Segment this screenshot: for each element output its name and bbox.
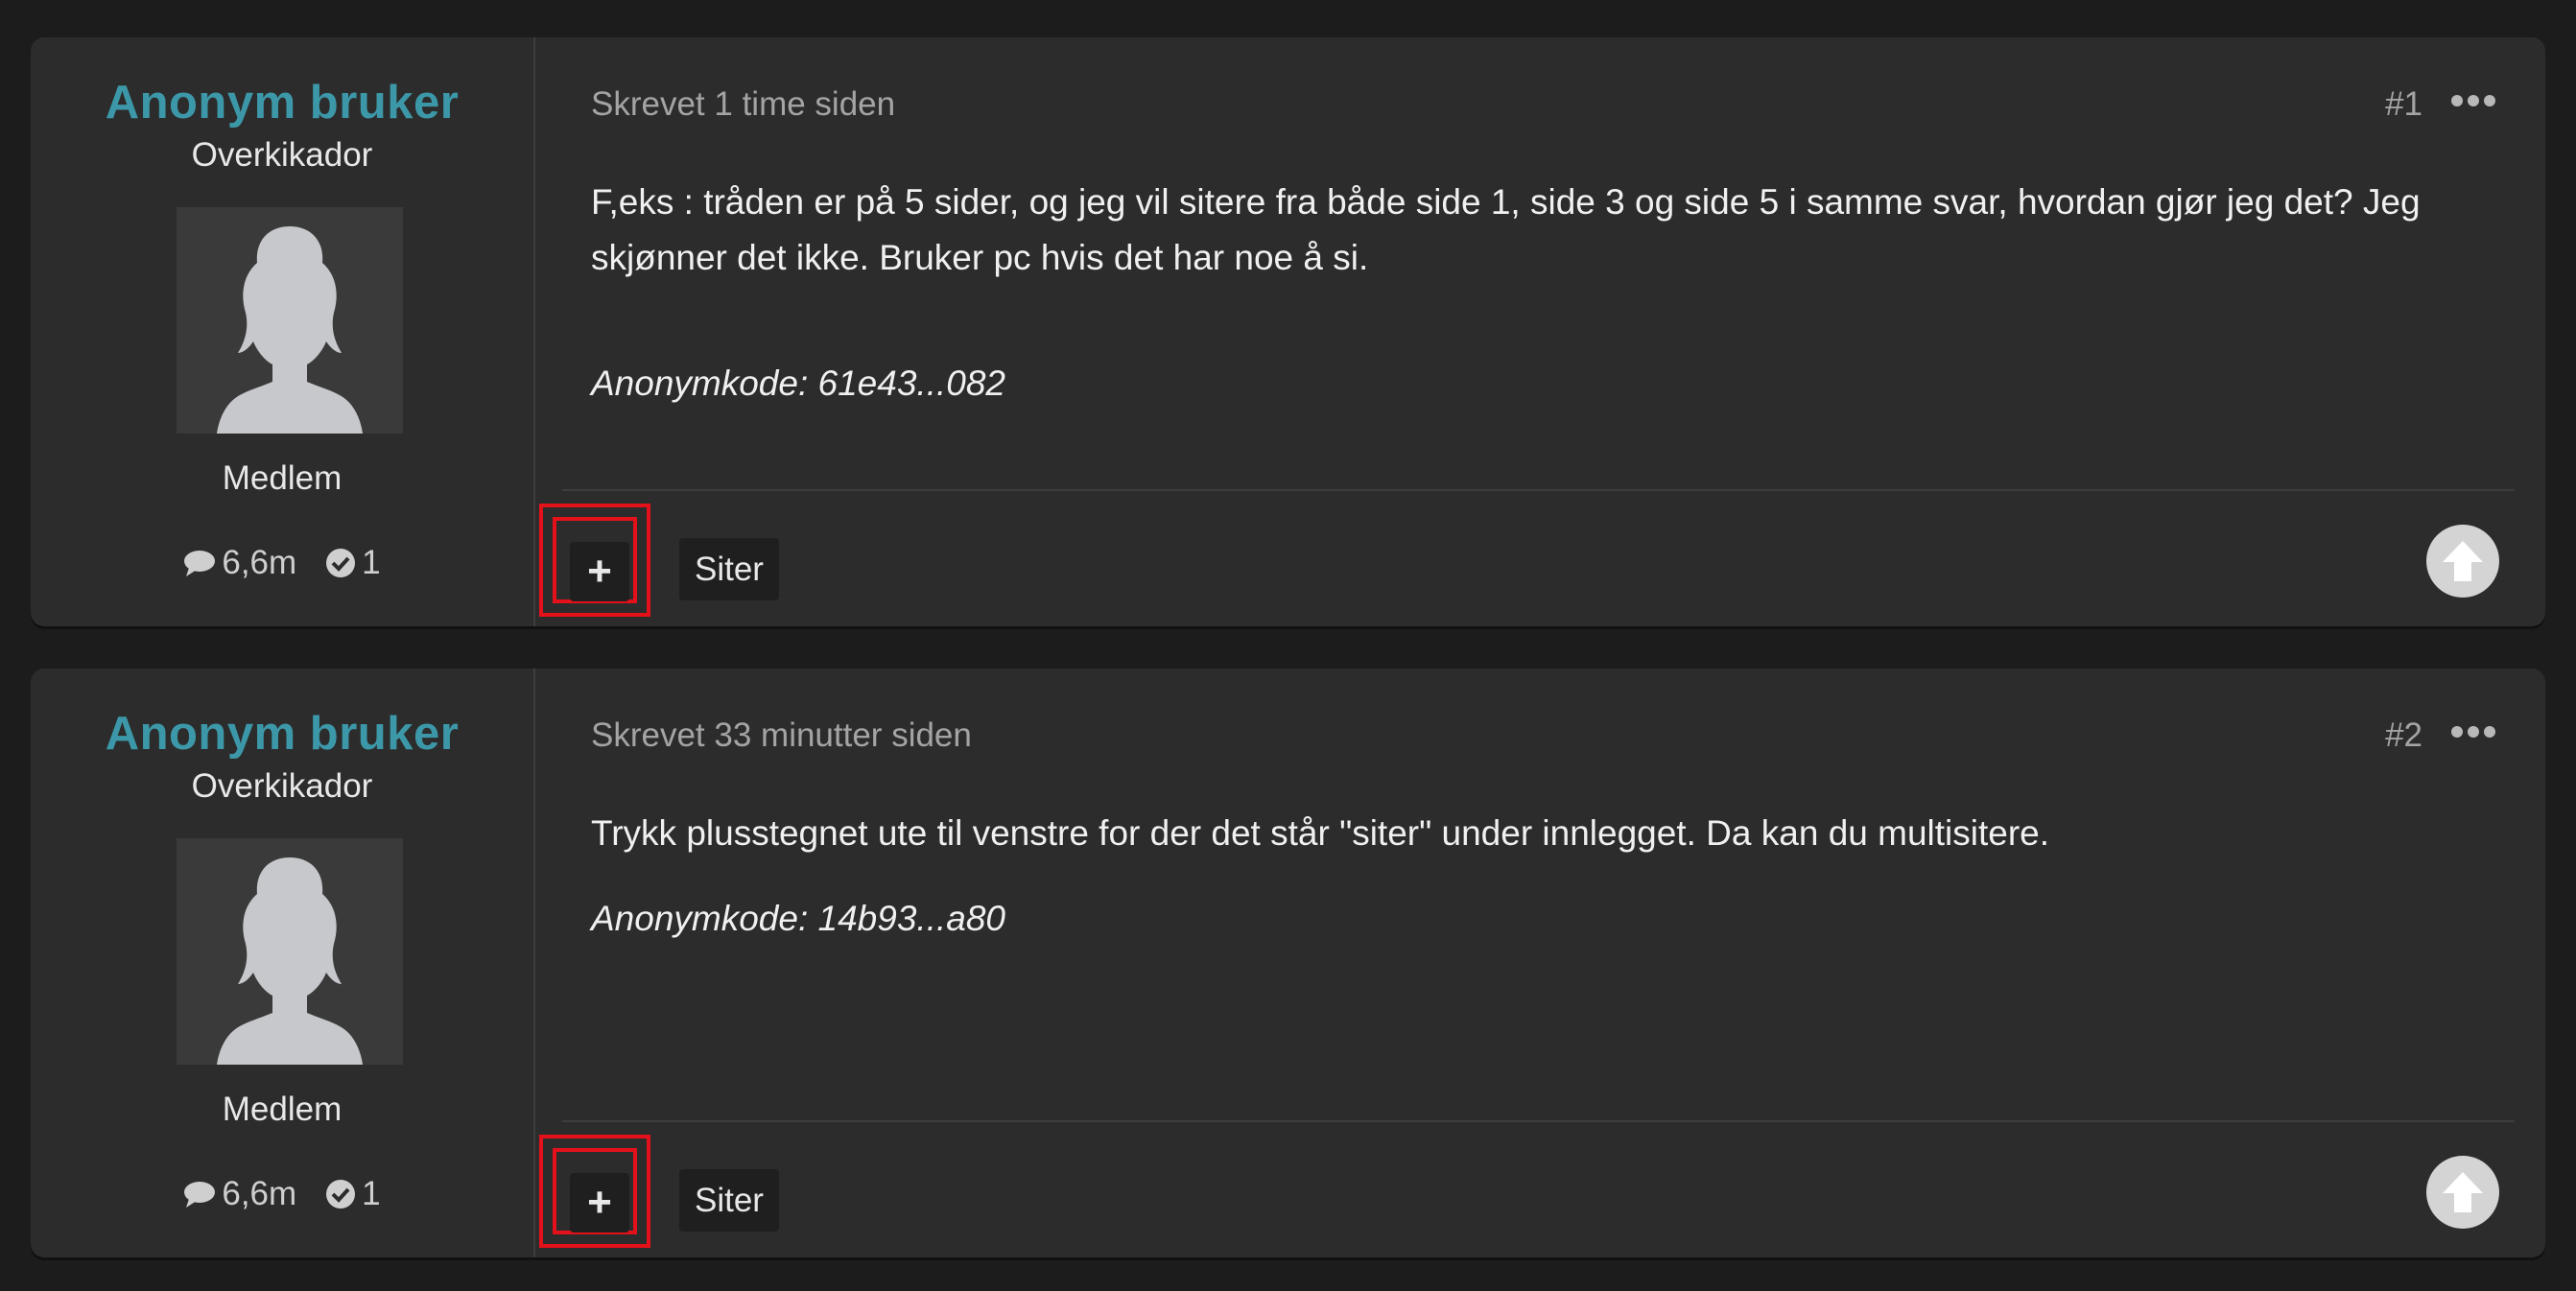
post-body-line: skjønner det ikke. Bruker pc hvis det ha…: [591, 238, 1369, 277]
forum-post: Anonym bruker Overkikador Medlem 6,6m 1 …: [31, 669, 2545, 1257]
post-body-line: F,eks : tråden er på 5 sider, og jeg vil…: [591, 182, 2421, 222]
author-name[interactable]: Anonym bruker: [31, 76, 533, 129]
reaction-count-stat[interactable]: 1: [325, 1175, 381, 1213]
author-panel: Anonym bruker Overkikador Medlem 6,6m 1: [31, 669, 535, 1257]
author-stats: 6,6m 1: [31, 1175, 533, 1213]
arrow-up-icon: [2443, 541, 2483, 581]
more-options-icon[interactable]: [2451, 95, 2495, 110]
post-number[interactable]: #1: [2385, 85, 2422, 124]
post-body-line: Trykk plusstegnet ute til venstre for de…: [591, 813, 2049, 853]
post-body: F,eks : tråden er på 5 sider, og jeg vil…: [591, 175, 2510, 286]
reaction-count: 1: [362, 544, 381, 581]
check-circle-icon: [326, 549, 356, 577]
comment-icon: [184, 1182, 216, 1208]
avatar-silhouette-icon: [177, 207, 403, 434]
multiquote-button[interactable]: +: [570, 1173, 629, 1232]
avatar[interactable]: [177, 207, 403, 434]
author-panel: Anonym bruker Overkikador Medlem 6,6m 1: [31, 37, 535, 626]
more-options-icon[interactable]: [2451, 726, 2495, 741]
reaction-count-stat[interactable]: 1: [325, 544, 381, 582]
check-circle-icon: [326, 1180, 356, 1209]
divider: [562, 1120, 2515, 1122]
scroll-top-button[interactable]: [2426, 1156, 2499, 1229]
post-date[interactable]: Skrevet 33 minutter siden: [591, 716, 972, 755]
plus-icon: +: [587, 548, 612, 595]
reaction-count: 1: [362, 1175, 381, 1212]
quote-button[interactable]: Siter: [679, 1169, 779, 1232]
post-count: 6,6m: [222, 1175, 297, 1212]
post-count-stat[interactable]: 6,6m: [183, 1175, 296, 1213]
anonymous-code: Anonymkode: 61e43...082: [591, 364, 1005, 403]
divider: [562, 489, 2515, 491]
quote-button[interactable]: Siter: [679, 538, 779, 600]
post-count: 6,6m: [222, 544, 297, 581]
post-count-stat[interactable]: 6,6m: [183, 544, 296, 582]
arrow-up-icon: [2443, 1172, 2483, 1212]
author-role: Medlem: [222, 459, 343, 497]
post-content: Skrevet 1 time siden #1 F,eks : tråden e…: [535, 37, 2545, 626]
comment-icon: [184, 551, 216, 576]
author-name[interactable]: Anonym bruker: [31, 707, 533, 761]
author-title: Overkikador: [191, 136, 373, 174]
post-content: Skrevet 33 minutter siden #2 Trykk pluss…: [535, 669, 2545, 1257]
post-body: Trykk plusstegnet ute til venstre for de…: [591, 806, 2510, 861]
multiquote-button[interactable]: +: [570, 542, 629, 601]
anonymous-code: Anonymkode: 14b93...a80: [591, 899, 1005, 938]
avatar[interactable]: [177, 838, 403, 1065]
plus-icon: +: [587, 1179, 612, 1226]
scroll-top-button[interactable]: [2426, 525, 2499, 598]
post-date[interactable]: Skrevet 1 time siden: [591, 85, 895, 124]
avatar-silhouette-icon: [177, 838, 403, 1065]
author-stats: 6,6m 1: [31, 544, 533, 582]
forum-post: Anonym bruker Overkikador Medlem 6,6m 1 …: [31, 37, 2545, 626]
author-title: Overkikador: [191, 767, 373, 805]
post-number[interactable]: #2: [2385, 716, 2422, 755]
author-role: Medlem: [222, 1091, 343, 1128]
